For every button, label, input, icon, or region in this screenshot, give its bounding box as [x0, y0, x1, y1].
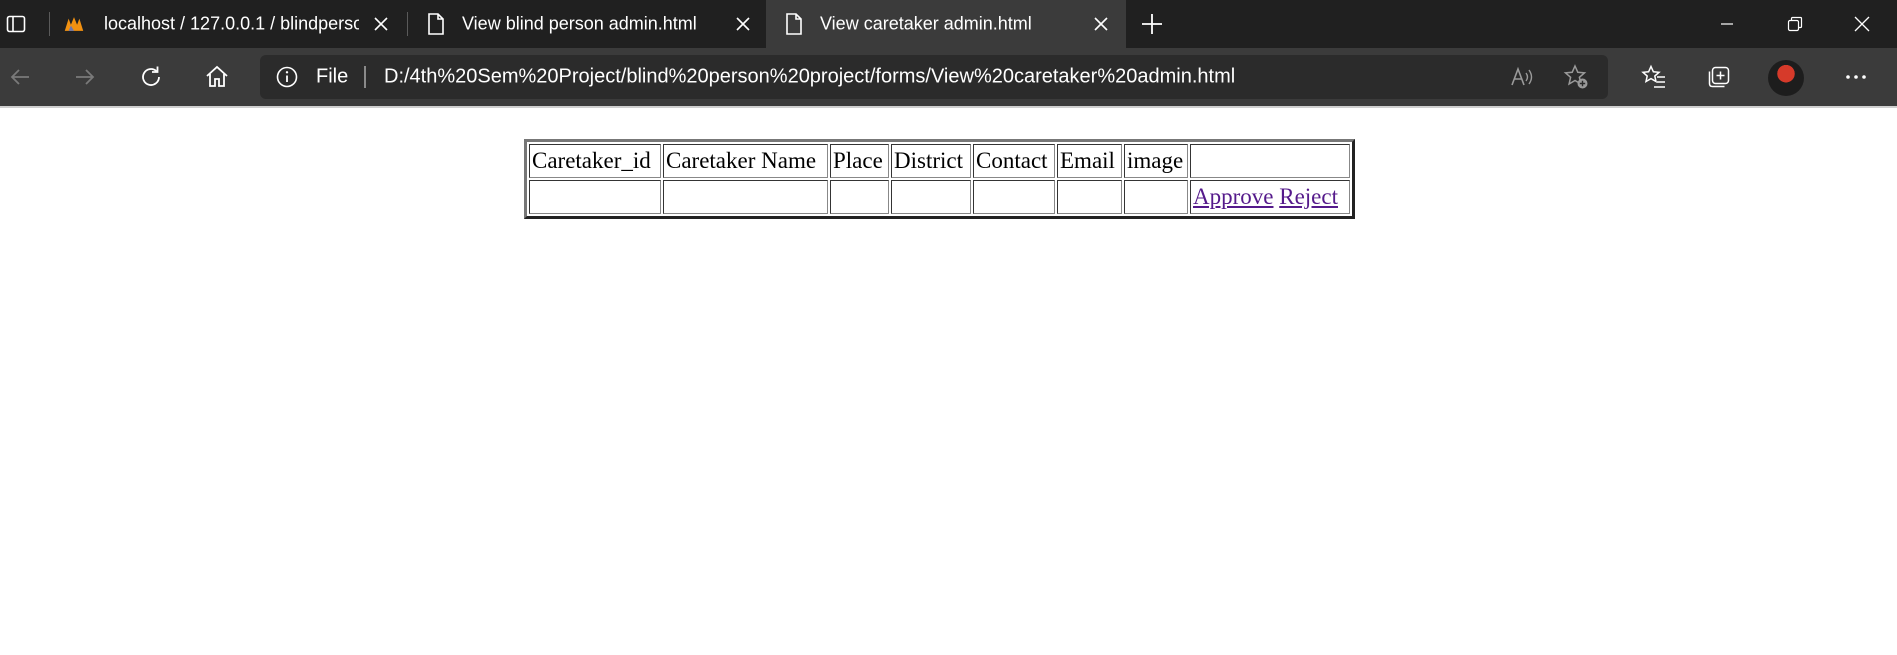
- restore-icon: [1787, 16, 1803, 32]
- table-cell: [830, 180, 889, 214]
- back-button[interactable]: [2, 59, 38, 95]
- home-button[interactable]: [199, 59, 235, 95]
- home-icon: [206, 65, 228, 87]
- collections-button[interactable]: [1701, 59, 1737, 95]
- more-options-button[interactable]: [1838, 59, 1874, 95]
- new-tab-button[interactable]: [1136, 8, 1168, 40]
- more-icon: [1846, 75, 1866, 79]
- info-icon[interactable]: [276, 66, 298, 88]
- close-icon: [1854, 16, 1870, 32]
- tab-title: View caretaker admin.html: [820, 13, 1032, 34]
- back-arrow-icon: [10, 69, 29, 85]
- address-scheme-label: File: [316, 65, 349, 88]
- reject-link[interactable]: Reject: [1279, 184, 1338, 209]
- header-cell: Contact: [973, 144, 1055, 178]
- read-aloud-icon: [1511, 66, 1533, 86]
- restore-button[interactable]: [1760, 0, 1830, 48]
- table-cell: [529, 180, 661, 214]
- table-cell: [1057, 180, 1122, 214]
- close-tab-button[interactable]: [729, 10, 757, 38]
- header-cell: Email: [1057, 144, 1122, 178]
- table-cell: [891, 180, 971, 214]
- tab-phpmyadmin[interactable]: localhost / 127.0.0.1 / blindperson: [50, 4, 405, 44]
- phpmyadmin-icon: [64, 14, 84, 34]
- close-icon: [374, 17, 388, 31]
- table-cell: [973, 180, 1055, 214]
- tab-strip: localhost / 127.0.0.1 / blindperson View…: [0, 0, 1897, 48]
- header-cell: [1190, 144, 1350, 178]
- table-cell: [663, 180, 828, 214]
- header-cell: Caretaker Name: [663, 144, 828, 178]
- close-window-button[interactable]: [1827, 0, 1897, 48]
- header-cell: District: [891, 144, 971, 178]
- forward-arrow-icon: [76, 69, 95, 85]
- minimize-button[interactable]: [1692, 0, 1762, 48]
- collections-icon: [1708, 66, 1730, 88]
- refresh-icon: [142, 66, 160, 86]
- tab-actions-button[interactable]: [0, 0, 32, 48]
- address-url[interactable]: D:/4th%20Sem%20Project/blind%20person%20…: [384, 66, 1235, 89]
- favorites-icon: [1641, 64, 1665, 88]
- tab-title: localhost / 127.0.0.1 / blindperson: [104, 13, 359, 34]
- address-bar[interactable]: File D:/4th%20Sem%20Project/blind%20pers…: [260, 55, 1608, 99]
- tab-title: View blind person admin.html: [462, 13, 697, 34]
- header-cell: Place: [830, 144, 889, 178]
- forward-button[interactable]: [67, 59, 103, 95]
- plus-icon: [1142, 14, 1162, 34]
- table-header-row: Caretaker_id Caretaker Name Place Distri…: [529, 144, 1350, 178]
- page-content: Caretaker_id Caretaker Name Place Distri…: [0, 108, 1897, 655]
- close-icon: [736, 17, 750, 31]
- refresh-button[interactable]: [133, 59, 169, 95]
- caretaker-table: Caretaker_id Caretaker Name Place Distri…: [524, 139, 1355, 219]
- star-add-icon: [1563, 64, 1588, 89]
- actions-cell: Approve Reject: [1190, 180, 1350, 214]
- minimize-icon: [1721, 23, 1733, 25]
- tab-view-caretaker[interactable]: View caretaker admin.html: [766, 0, 1126, 48]
- table-cell: [1124, 180, 1188, 214]
- tab-actions-icon: [6, 15, 26, 33]
- close-tab-button[interactable]: [367, 10, 395, 38]
- header-cell: Caretaker_id: [529, 144, 661, 178]
- approve-link[interactable]: Approve: [1193, 184, 1273, 209]
- close-icon: [1094, 17, 1108, 31]
- document-icon: [784, 13, 804, 35]
- close-tab-button[interactable]: [1087, 10, 1115, 38]
- tab-view-blind-person[interactable]: View blind person admin.html: [408, 4, 766, 44]
- profile-avatar[interactable]: [1768, 60, 1804, 96]
- add-favorite-button[interactable]: [1562, 63, 1590, 91]
- browser-toolbar: File D:/4th%20Sem%20Project/blind%20pers…: [0, 48, 1897, 106]
- document-icon: [426, 13, 446, 35]
- header-cell: image: [1124, 144, 1188, 178]
- read-aloud-button[interactable]: [1508, 63, 1536, 91]
- address-divider: [364, 66, 366, 88]
- favorites-button[interactable]: [1636, 59, 1672, 95]
- table-row: Approve Reject: [529, 180, 1350, 214]
